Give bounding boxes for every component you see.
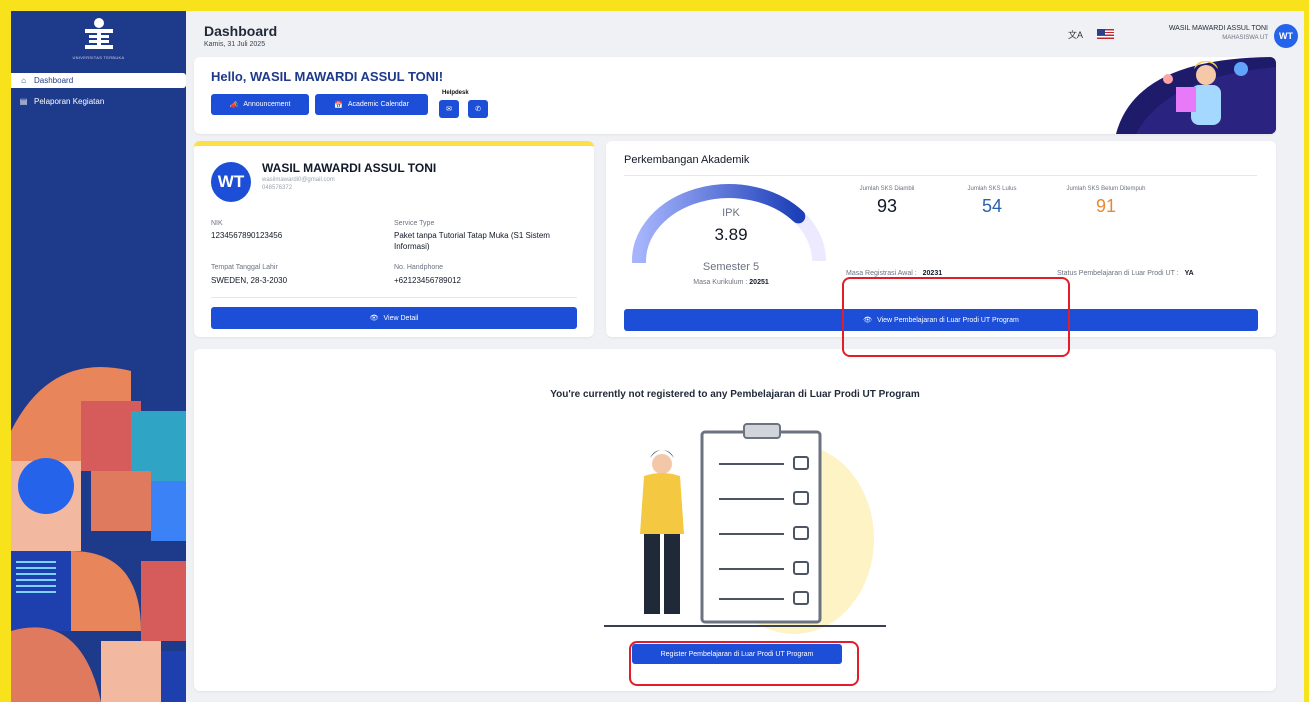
birth-label: Tempat Tanggal Lahir [211, 264, 278, 271]
highlight-box [842, 277, 1070, 357]
curriculum-info: Masa Kurikulum : 20251 [654, 279, 808, 286]
view-detail-label: View Detail [383, 314, 419, 322]
us-flag-icon[interactable] [1097, 29, 1114, 39]
helpdesk-phone-button[interactable]: ✆ [468, 100, 488, 118]
announcement-button[interactable]: 📣 Announcement [211, 94, 309, 115]
header-user-name: WASIL MAWARDI ASSUL TONI [1168, 25, 1268, 32]
eye-icon: 👁 [369, 315, 379, 322]
ipk-gauge [632, 184, 826, 263]
semester-label: Semester 5 [702, 261, 760, 273]
sks-remaining-value: 91 [1095, 196, 1117, 216]
highlight-box [629, 641, 859, 686]
academic-calendar-label: Academic Calendar [347, 101, 409, 108]
service-type-value: Paket tanpa Tutorial Tatap Muka (S1 Sist… [394, 231, 550, 251]
sidebar-item-label: Pelaporan Kegiatan [34, 97, 105, 106]
university-name: UNIVERSITAS TERBUKA [72, 55, 125, 60]
sidebar-item-label: Dashboard [34, 76, 74, 85]
profile-name: WASIL MAWARDI ASSUL TONI [262, 161, 437, 175]
sks-taken-value: 93 [876, 196, 898, 216]
sidebar-decoration [11, 367, 186, 702]
report-icon: ▤ [19, 97, 28, 106]
welcome-illustration [1116, 57, 1276, 134]
sidebar: UNIVERSITAS TERBUKA ⌂ Dashboard ▤ Pelapo… [11, 11, 186, 702]
status-label: Status Pembelajaran di Luar Prodi UT : [1057, 270, 1179, 277]
sks-taken-label: Jumlah SKS Diambil [859, 186, 915, 192]
phone-icon: ✆ [475, 106, 481, 113]
sidebar-item-pelaporan-kegiatan[interactable]: ▤ Pelaporan Kegiatan [11, 94, 186, 109]
registration-info: Masa Registrasi Awal : 20231 [846, 270, 942, 277]
profile-avatar: WT [211, 162, 251, 202]
curriculum-value: 20251 [749, 279, 769, 286]
view-detail-button[interactable]: 👁 View Detail [211, 307, 577, 329]
checklist-illustration [604, 423, 886, 634]
profile-student-number: 048576372 [262, 185, 293, 191]
welcome-card: Hello, WASIL MAWARDI ASSUL TONI! 📣 Annou… [194, 57, 1276, 134]
program-empty-state-card: You're currently not registered to any P… [194, 349, 1276, 691]
profile-card: WT WASIL MAWARDI ASSUL TONI wasilmawardi… [194, 141, 594, 337]
service-type-label: Service Type [394, 220, 435, 227]
profile-email: wasilmawardi0@gmail.com [262, 177, 335, 183]
sks-remaining: Jumlah SKS Belum Ditempuh 91 [1061, 185, 1151, 217]
ipk-label: IPK [722, 207, 740, 219]
mail-icon: ✉ [446, 106, 452, 113]
academic-progress-title: Perkembangan Akademik [624, 154, 750, 166]
sks-passed-value: 54 [981, 196, 1003, 216]
nik-label: NIK [211, 220, 223, 227]
helpdesk-email-button[interactable]: ✉ [439, 100, 459, 118]
sks-taken: Jumlah SKS Diambil 93 [842, 185, 932, 217]
page-date: Kamis, 31 Juli 2025 [204, 41, 266, 48]
registration-label: Masa Registrasi Awal : [846, 270, 917, 277]
empty-state-message: You're currently not registered to any P… [550, 389, 920, 400]
translate-icon[interactable]: 文A [1068, 28, 1083, 41]
nik-value: 1234567890123456 [211, 231, 283, 240]
welcome-greeting: Hello, WASIL MAWARDI ASSUL TONI! [211, 69, 444, 84]
avatar[interactable]: WT [1274, 24, 1298, 48]
divider [211, 297, 577, 298]
sks-remaining-label: Jumlah SKS Belum Ditempuh [1066, 186, 1146, 192]
sks-passed: Jumlah SKS Lulus 54 [947, 185, 1037, 217]
sidebar-item-dashboard[interactable]: ⌂ Dashboard [11, 73, 186, 88]
page-title: Dashboard [204, 23, 278, 39]
megaphone-icon: 📣 [229, 101, 239, 109]
status-value: YA [1184, 270, 1194, 277]
curriculum-label: Masa Kurikulum : [693, 279, 748, 286]
birth-value: SWEDEN, 28-3-2030 [211, 276, 288, 285]
ipk-value: 3.89 [714, 225, 748, 244]
top-header: Dashboard Kamis, 31 Juli 2025 文A WASIL M… [186, 11, 1304, 59]
calendar-icon: 📅 [334, 101, 343, 109]
phone-label: No. Handphone [394, 264, 444, 271]
divider [624, 175, 1257, 176]
academic-calendar-button[interactable]: 📅 Academic Calendar [315, 94, 428, 115]
helpdesk-label: Helpdesk [442, 90, 469, 96]
phone-value: +62123456789012 [394, 276, 461, 285]
header-user-role: MAHASISWA UT [1222, 35, 1268, 41]
home-icon: ⌂ [21, 76, 26, 85]
registration-value: 20231 [922, 270, 943, 277]
announcement-label: Announcement [243, 101, 291, 108]
sks-passed-label: Jumlah SKS Lulus [967, 186, 1017, 192]
status-info: Status Pembelajaran di Luar Prodi UT : Y… [1057, 270, 1194, 277]
